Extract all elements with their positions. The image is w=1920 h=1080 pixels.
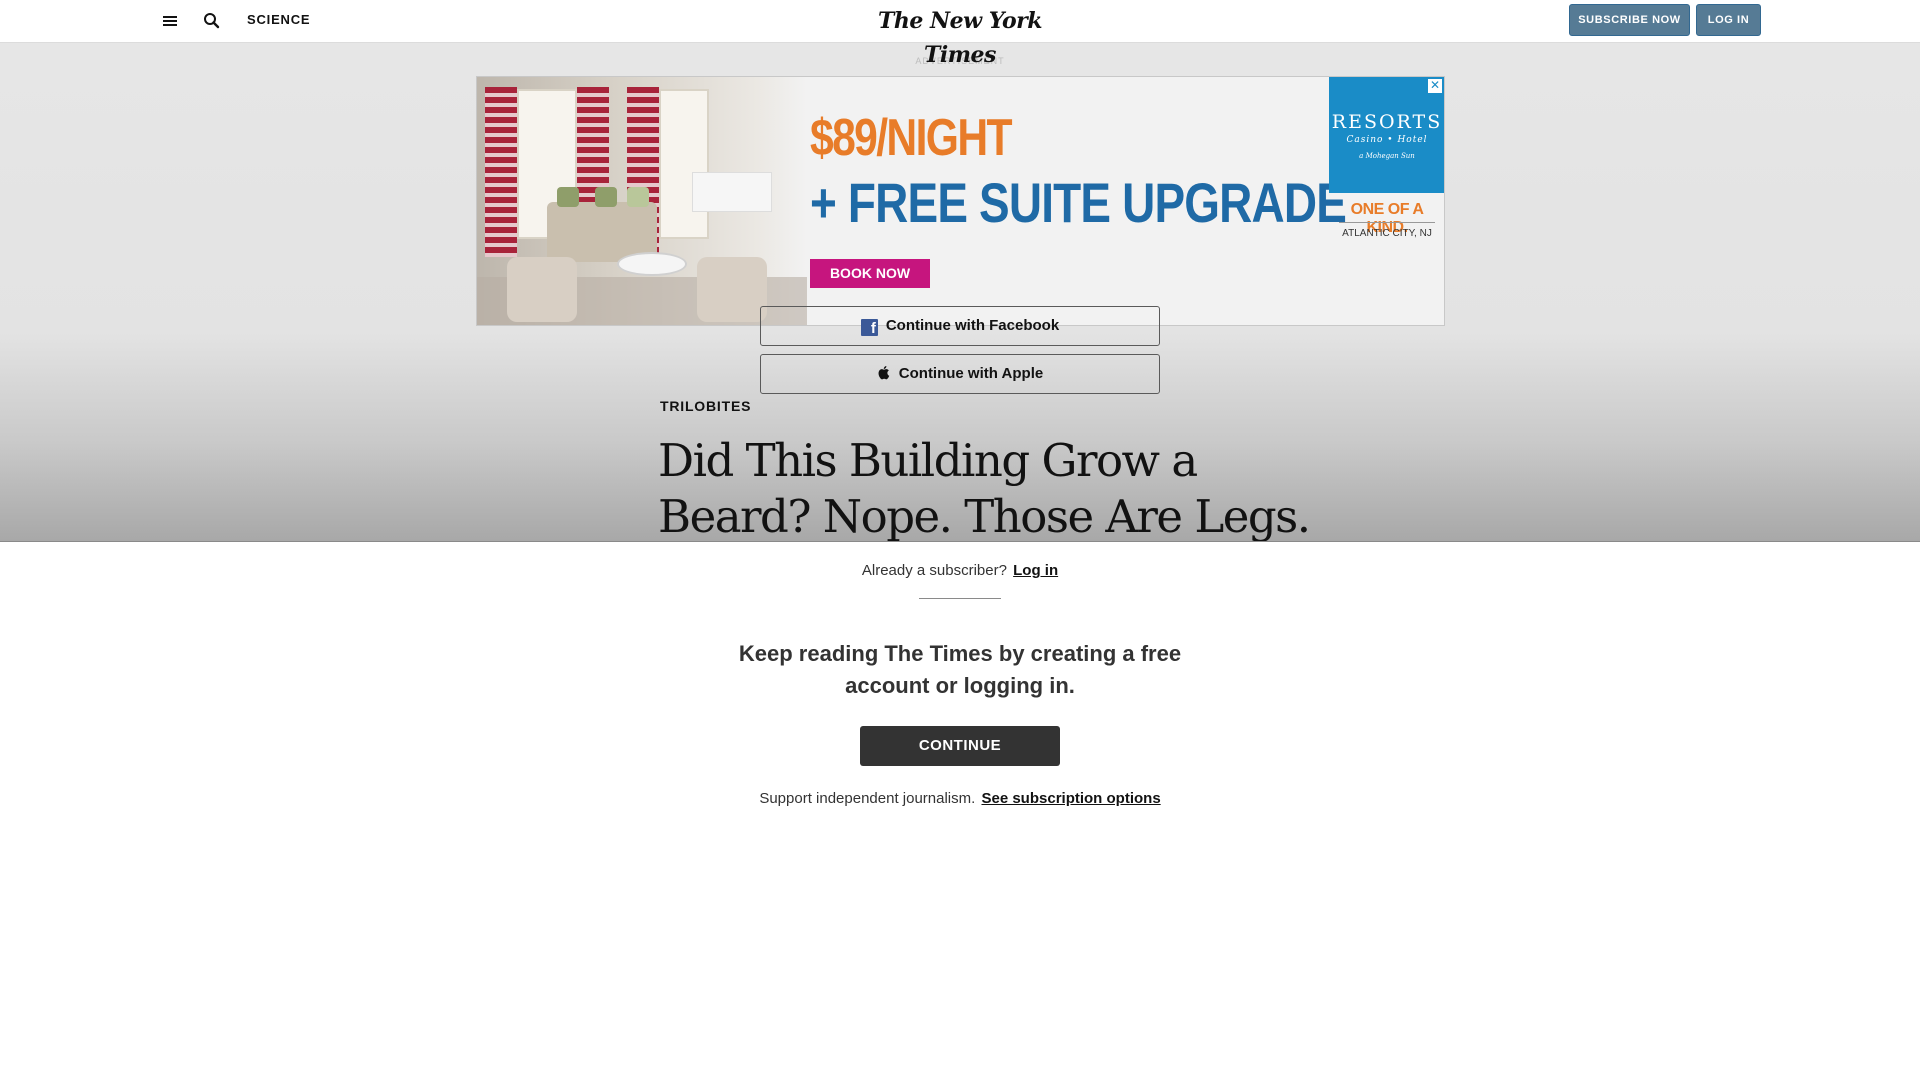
article-backdrop: ADVERTISEMENT $89/NIGHT + FREE SUITE UPG… [0, 43, 1920, 541]
subscription-options-link[interactable]: See subscription options [981, 790, 1160, 807]
ad-book-now-button[interactable]: BOOK NOW [810, 259, 930, 288]
ad-brand-logo: RESORTS Casino • Hotel a Mohegan Sun [1329, 77, 1444, 193]
section-link-science[interactable]: SCIENCE [247, 12, 310, 27]
search-icon[interactable] [202, 11, 222, 31]
ad-price: $89/NIGHT [810, 109, 1013, 167]
continue-with-facebook-button[interactable]: f Continue with Facebook [760, 306, 1160, 346]
already-subscriber-text: Already a subscriber? [861, 562, 1007, 579]
registration-gateway: Already a subscriber? Log in Keep readin… [0, 541, 1920, 1080]
gateway-title: Keep reading The Times by creating a fre… [738, 641, 1182, 698]
continue-button[interactable]: CONTINUE [860, 726, 1060, 766]
already-subscriber-line: Already a subscriber? Log in [0, 562, 1920, 579]
ad-location: ATLANTIC CITY, NJ [1342, 228, 1432, 239]
subscribe-button[interactable]: SUBSCRIBE NOW [1569, 4, 1690, 36]
close-icon[interactable]: ✕ [1427, 78, 1443, 94]
ad-banner[interactable]: $89/NIGHT + FREE SUITE UPGRADE BOOK NOW … [476, 76, 1445, 326]
gateway-login-link[interactable]: Log in [1013, 562, 1058, 579]
masthead: SCIENCE The New York Times SUBSCRIBE NOW… [0, 0, 1920, 68]
login-button[interactable]: LOG IN [1696, 4, 1761, 36]
gateway-divider [919, 598, 1001, 599]
facebook-icon: f [860, 319, 878, 337]
apple-icon [878, 365, 890, 380]
apple-button-label: Continue with Apple [898, 365, 1044, 382]
ad-hotel-room-image [477, 77, 807, 325]
ad-brand-sub2: a Mohegan Sun [1359, 152, 1415, 160]
menu-icon[interactable] [160, 11, 180, 31]
support-text: Support independent journalism. [759, 790, 976, 807]
facebook-button-label: Continue with Facebook [885, 317, 1060, 334]
ad-brand-name: RESORTS [1331, 111, 1443, 133]
nyt-logo[interactable]: The New York Times [860, 4, 1060, 68]
support-line: Support independent journalism. See subs… [0, 790, 1920, 807]
ad-tagline-rule [1339, 222, 1435, 223]
article-headline: Did This Building Grow a Beard? Nope. Th… [658, 434, 1311, 541]
article-kicker[interactable]: TRILOBITES [660, 398, 751, 414]
ad-brand-sub: Casino • Hotel [1346, 135, 1428, 145]
ad-offer: + FREE SUITE UPGRADE [810, 171, 1347, 234]
continue-with-apple-button[interactable]: Continue with Apple [760, 354, 1160, 394]
